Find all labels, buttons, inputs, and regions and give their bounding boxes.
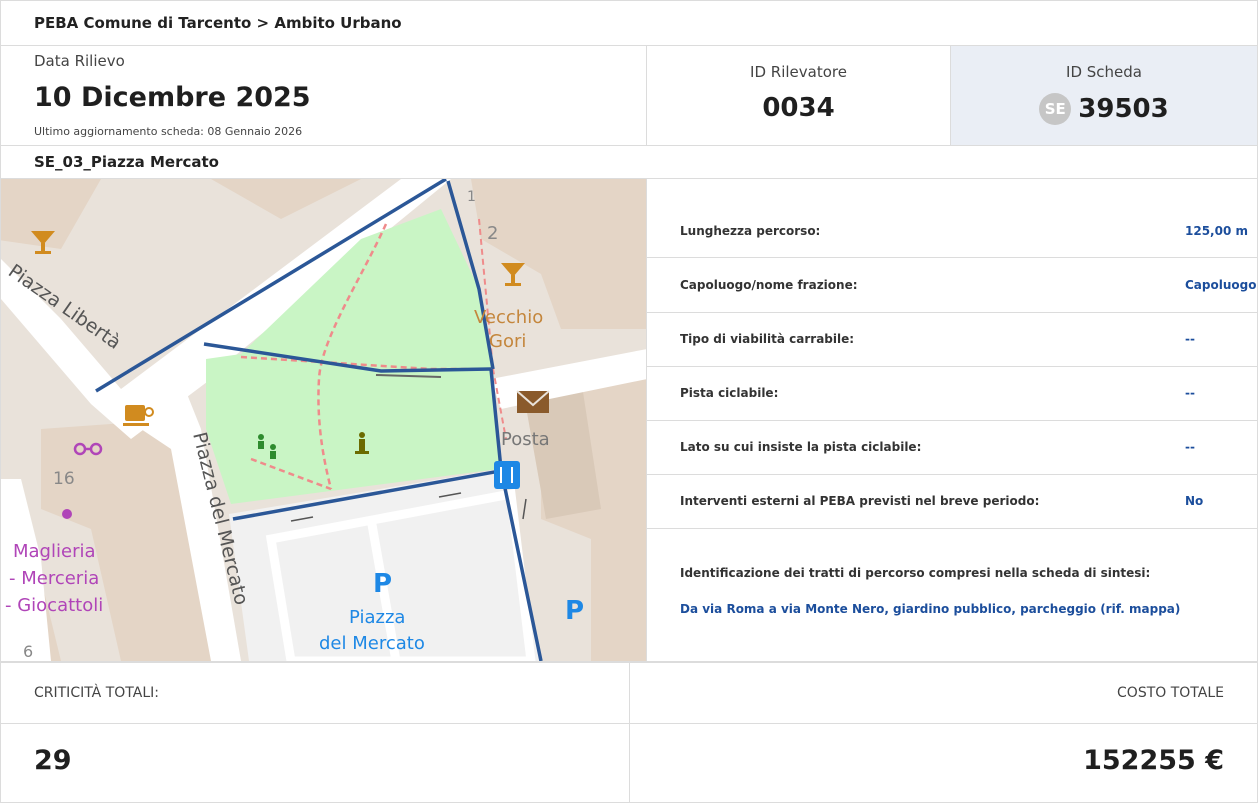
criticita-label: CRITICITÀ TOTALI:	[34, 685, 159, 701]
map-svg[interactable]: Piazza Libertà Piazza del Mercato Vecchi…	[1, 179, 647, 661]
detail-row-lunghezza: Lunghezza percorso: 125,00 m	[647, 179, 1257, 258]
divider	[630, 723, 1257, 724]
viabilita-label: Tipo di viabilità carrabile:	[680, 332, 855, 346]
detail-row-pista: Pista ciclabile: --	[647, 367, 1257, 421]
se-badge: SE	[1039, 93, 1072, 125]
costo-value: 152255 €	[1083, 745, 1224, 776]
detail-row-interventi: Interventi esterni al PEBA previsti nel …	[647, 475, 1257, 529]
post-office-icon	[516, 390, 550, 413]
rilevatore-cell: ID Rilevatore 0034	[647, 46, 951, 145]
header-bar: PEBA Comune di Tarcento > Ambito Urbano	[0, 0, 1258, 46]
detail-row-tratti: Identificazione dei tratti di percorso c…	[647, 529, 1257, 661]
scheda-cell: ID Scheda SE 39503	[951, 46, 1257, 145]
tratti-label: Identificazione dei tratti di percorso c…	[680, 566, 1151, 580]
tratti-value: Da via Roma a via Monte Nero, giardino p…	[680, 602, 1181, 616]
house-number: 2	[487, 223, 498, 244]
detail-row-lato: Lato su cui insiste la pista ciclabile: …	[647, 421, 1257, 475]
map-view[interactable]: Piazza Libertà Piazza del Mercato Vecchi…	[1, 179, 647, 661]
divider	[1, 723, 629, 724]
map-label-parking-2: del Mercato	[319, 633, 425, 654]
lunghezza-value: 125,00 m	[1185, 224, 1248, 238]
pista-value: --	[1185, 386, 1195, 400]
shop-dot-icon	[62, 509, 72, 519]
scheda-label: ID Scheda	[1066, 63, 1142, 81]
criticita-value: 29	[34, 745, 72, 776]
date-label: Data Rilievo	[34, 52, 125, 70]
interventi-label: Interventi esterni al PEBA previsti nel …	[680, 494, 1040, 508]
house-number: 1	[467, 189, 476, 205]
parking-icon: P	[373, 569, 392, 599]
map-label-gori: Gori	[489, 331, 526, 352]
parking-icon-2: P	[565, 596, 584, 626]
main-area: Piazza Libertà Piazza del Mercato Vecchi…	[0, 179, 1258, 662]
map-label-parking-1: Piazza	[349, 607, 405, 628]
frazione-label: Capoluogo/nome frazione:	[680, 278, 858, 292]
criticita-panel: CRITICITÀ TOTALI: 29	[0, 662, 630, 803]
restaurant-icon	[494, 461, 520, 489]
breadcrumb[interactable]: PEBA Comune di Tarcento > Ambito Urbano	[34, 14, 402, 32]
scheda-name-row: SE_03_Piazza Mercato	[0, 145, 1258, 179]
date-value: 10 Dicembre 2025	[34, 82, 311, 113]
costo-label: COSTO TOTALE	[1117, 685, 1224, 701]
update-note: Ultimo aggiornamento scheda: 08 Gennaio …	[34, 125, 303, 138]
info-row: Data Rilievo 10 Dicembre 2025 Ultimo agg…	[0, 45, 1258, 146]
costo-panel: COSTO TOTALE 152255 €	[630, 662, 1258, 803]
interventi-value: No	[1185, 494, 1204, 508]
house-number: 6	[23, 642, 33, 661]
date-cell: Data Rilievo 10 Dicembre 2025 Ultimo agg…	[1, 46, 647, 145]
scheda-name: SE_03_Piazza Mercato	[34, 153, 219, 171]
lato-value: --	[1185, 440, 1195, 454]
map-label-giocattoli: - Giocattoli	[5, 595, 103, 616]
pista-label: Pista ciclabile:	[680, 386, 779, 400]
house-number: 16	[53, 469, 75, 489]
lato-label: Lato su cui insiste la pista ciclabile:	[680, 440, 922, 454]
detail-row-viabilita: Tipo di viabilità carrabile: --	[647, 313, 1257, 367]
map-label-merceria: - Merceria	[9, 568, 99, 589]
scheda-value: 39503	[1078, 94, 1169, 124]
map-label-vecchio: Vecchio	[474, 307, 543, 328]
map-label-maglieria: Maglieria	[13, 541, 96, 562]
frazione-value: Capoluogo	[1185, 278, 1257, 292]
map-label-posta: Posta	[501, 429, 550, 450]
scheda-value-wrap: SE 39503	[951, 93, 1257, 125]
rilevatore-value: 0034	[762, 93, 835, 123]
viabilita-value: --	[1185, 332, 1195, 346]
detail-row-frazione: Capoluogo/nome frazione: Capoluogo	[647, 258, 1257, 313]
lunghezza-label: Lunghezza percorso:	[680, 224, 821, 238]
rilevatore-label: ID Rilevatore	[750, 63, 847, 81]
detail-panel: Lunghezza percorso: 125,00 m Capoluogo/n…	[647, 179, 1257, 661]
